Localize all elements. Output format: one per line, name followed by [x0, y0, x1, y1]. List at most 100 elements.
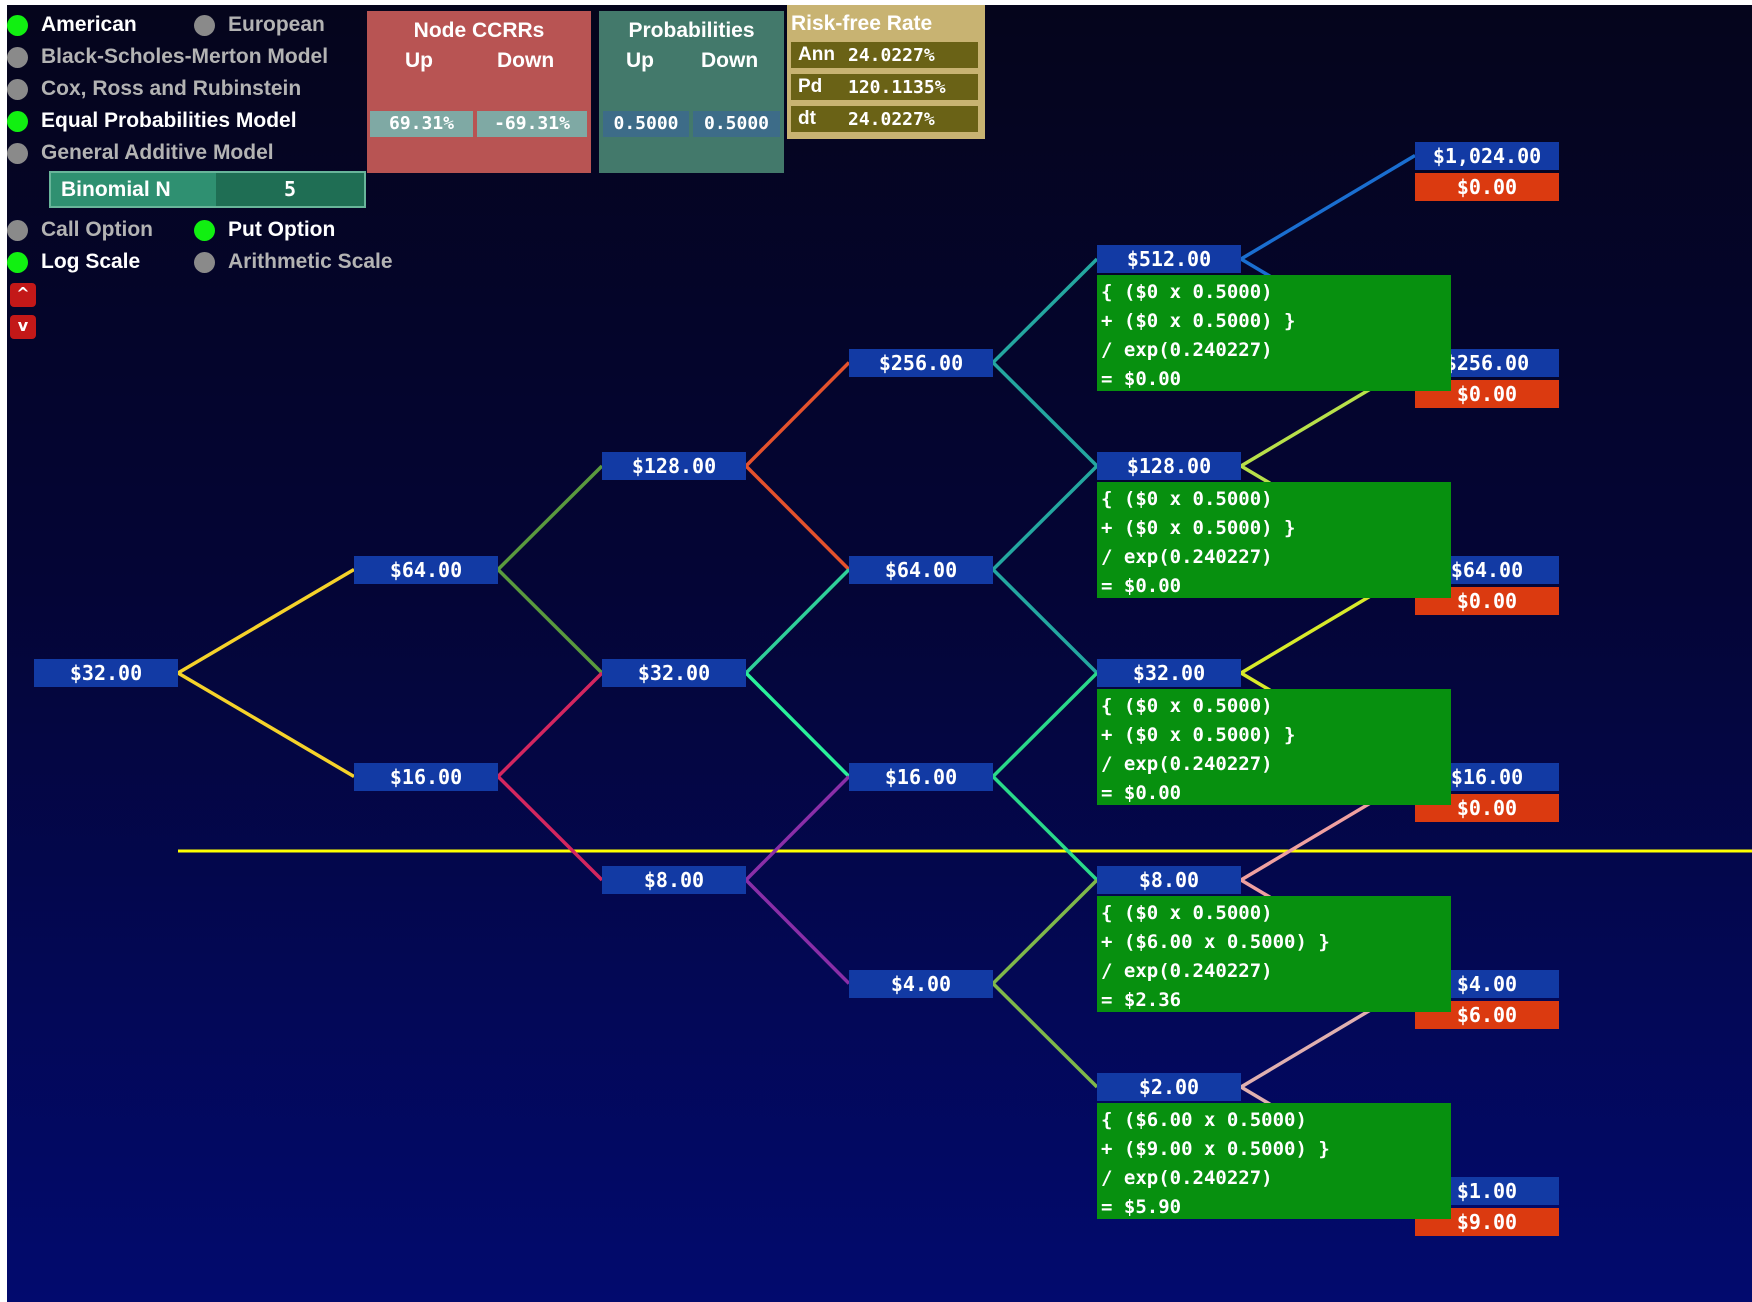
price-node[interactable]: $32.00	[34, 659, 178, 687]
arithmetic-scale-label: Arithmetic Scale	[228, 250, 393, 273]
prob-down-value: 0.5000	[693, 111, 780, 137]
tree-branch	[991, 257, 1099, 364]
model-radio-additive[interactable]: General Additive Model	[7, 140, 274, 166]
radio-selected-icon	[7, 14, 28, 36]
tree-branch	[177, 567, 355, 675]
binomial-tree-app: American European Black-Scholes-Merton M…	[7, 5, 1752, 1302]
valuation-popup: { ($0 x 0.5000) + ($0 x 0.5000) } / exp(0.…	[1097, 275, 1451, 391]
valuation-line: { ($0 x 0.5000)	[1101, 488, 1273, 510]
valuation-line: { ($6.00 x 0.5000)	[1101, 1109, 1307, 1131]
put-option-radio[interactable]: Put Option	[194, 217, 335, 243]
price-node[interactable]: $8.00	[1097, 866, 1241, 894]
valuation-line: { ($0 x 0.5000)	[1101, 902, 1273, 924]
payoff-node: $0.00	[1415, 172, 1559, 201]
chevron-down-icon: v	[17, 316, 29, 335]
valuation-line: + ($9.00 x 0.5000) }	[1101, 1138, 1330, 1160]
price-node[interactable]: $8.00	[602, 866, 746, 894]
tree-branch	[744, 568, 851, 675]
tree-branch	[991, 878, 1099, 985]
tree-branch	[744, 671, 851, 778]
price-node[interactable]: $512.00	[1097, 245, 1241, 273]
tree-branch	[744, 464, 851, 571]
radio-unselected-icon	[7, 78, 28, 100]
price-node[interactable]: $16.00	[354, 762, 498, 791]
valuation-line: / exp(0.240227)	[1101, 339, 1273, 361]
tree-branch	[991, 568, 1099, 675]
price-node[interactable]: $32.00	[602, 659, 746, 687]
valuation-line: = $0.00	[1101, 575, 1182, 597]
prob-up-label: Up	[626, 49, 654, 72]
probabilities-panel: Probabilities Up Down 0.5000 0.5000	[599, 11, 784, 173]
arithmetic-scale-radio[interactable]: Arithmetic Scale	[194, 249, 393, 275]
log-scale-radio[interactable]: Log Scale	[7, 249, 140, 275]
model-radio-crr[interactable]: Cox, Ross and Rubinstein	[7, 76, 301, 102]
valuation-line: = $5.90	[1101, 1196, 1182, 1218]
probabilities-title: Probabilities	[628, 19, 755, 42]
tree-branch	[991, 671, 1099, 778]
tree-branch	[496, 671, 604, 778]
rate-key: dt	[798, 108, 816, 129]
price-node[interactable]: $64.00	[354, 555, 498, 584]
valuation-popup: { ($0 x 0.5000) + ($0 x 0.5000) } / exp(0.…	[1097, 482, 1451, 598]
american-label: American	[41, 13, 137, 36]
log-scale-label: Log Scale	[41, 250, 141, 273]
tree-branch	[744, 878, 851, 985]
risk-free-title: Risk-free Rate	[791, 12, 933, 35]
binomial-n-label: Binomial N	[61, 178, 171, 201]
valuation-line: + ($0 x 0.5000) }	[1101, 724, 1296, 746]
call-option-radio[interactable]: Call Option	[7, 217, 153, 243]
call-option-label: Call Option	[41, 218, 153, 241]
tree-branch	[991, 361, 1099, 468]
chevron-up-icon: ^	[16, 284, 30, 303]
european-label: European	[228, 13, 325, 36]
tree-branch	[177, 671, 355, 779]
price-node[interactable]: $64.00	[849, 555, 993, 584]
price-node[interactable]: $4.00	[849, 969, 993, 998]
node-ccrrs-panel: Node CCRRs Up Down 69.31% -69.31%	[367, 11, 591, 173]
model-radio-equal-prob[interactable]: Equal Probabilities Model	[7, 108, 297, 134]
price-node[interactable]: $2.00	[1097, 1073, 1241, 1101]
valuation-popup: { ($0 x 0.5000) + ($0 x 0.5000) } / exp(0.…	[1097, 689, 1451, 805]
tree-branch	[1240, 153, 1416, 261]
ccrrs-up-label: Up	[405, 49, 433, 72]
model-label: General Additive Model	[41, 141, 274, 164]
prob-down-label: Down	[701, 49, 759, 72]
tree-branch	[991, 982, 1099, 1089]
rate-row-pd: Pd 120.1135%	[791, 74, 978, 100]
valuation-line: / exp(0.240227)	[1101, 960, 1273, 982]
radio-unselected-icon	[7, 142, 28, 164]
valuation-line: = $0.00	[1101, 368, 1182, 390]
scroll-up-button[interactable]: ^	[10, 283, 36, 307]
valuation-line: + ($0 x 0.5000) }	[1101, 310, 1296, 332]
risk-free-rate-panel: Risk-free Rate Ann 24.0227% Pd 120.1135%…	[787, 5, 985, 139]
binomial-n-value[interactable]: 5	[216, 173, 364, 206]
terminal-price-node[interactable]: $1,024.00	[1415, 141, 1559, 170]
american-radio[interactable]: American	[7, 12, 137, 38]
radio-selected-icon	[7, 110, 28, 132]
valuation-popup: { ($6.00 x 0.5000) + ($9.00 x 0.5000) } / …	[1097, 1103, 1451, 1219]
rate-value: 24.0227%	[848, 108, 935, 130]
model-radio-bsm[interactable]: Black-Scholes-Merton Model	[7, 44, 328, 70]
valuation-line: = $0.00	[1101, 782, 1182, 804]
valuation-line: + ($0 x 0.5000) }	[1101, 517, 1296, 539]
price-node[interactable]: $16.00	[849, 762, 993, 791]
valuation-line: / exp(0.240227)	[1101, 1167, 1273, 1189]
rate-row-dt: dt 24.0227%	[791, 106, 978, 132]
tree-branch	[496, 775, 604, 882]
european-radio[interactable]: European	[194, 12, 325, 38]
ccrr-down-value: -69.31%	[477, 111, 587, 137]
prob-up-value: 0.5000	[603, 111, 689, 137]
valuation-line: / exp(0.240227)	[1101, 546, 1273, 568]
price-node[interactable]: $256.00	[849, 348, 993, 377]
rate-key: Pd	[798, 76, 823, 97]
valuation-line: / exp(0.240227)	[1101, 753, 1273, 775]
scroll-down-button[interactable]: v	[10, 315, 36, 339]
put-option-label: Put Option	[228, 218, 336, 241]
radio-selected-icon	[194, 219, 215, 241]
tree-branch	[496, 568, 604, 675]
model-label: Equal Probabilities Model	[41, 109, 297, 132]
price-node[interactable]: $128.00	[1097, 452, 1241, 480]
binomial-n-control[interactable]: Binomial N 5	[49, 171, 366, 208]
price-node[interactable]: $128.00	[602, 452, 746, 480]
price-node[interactable]: $32.00	[1097, 659, 1241, 687]
